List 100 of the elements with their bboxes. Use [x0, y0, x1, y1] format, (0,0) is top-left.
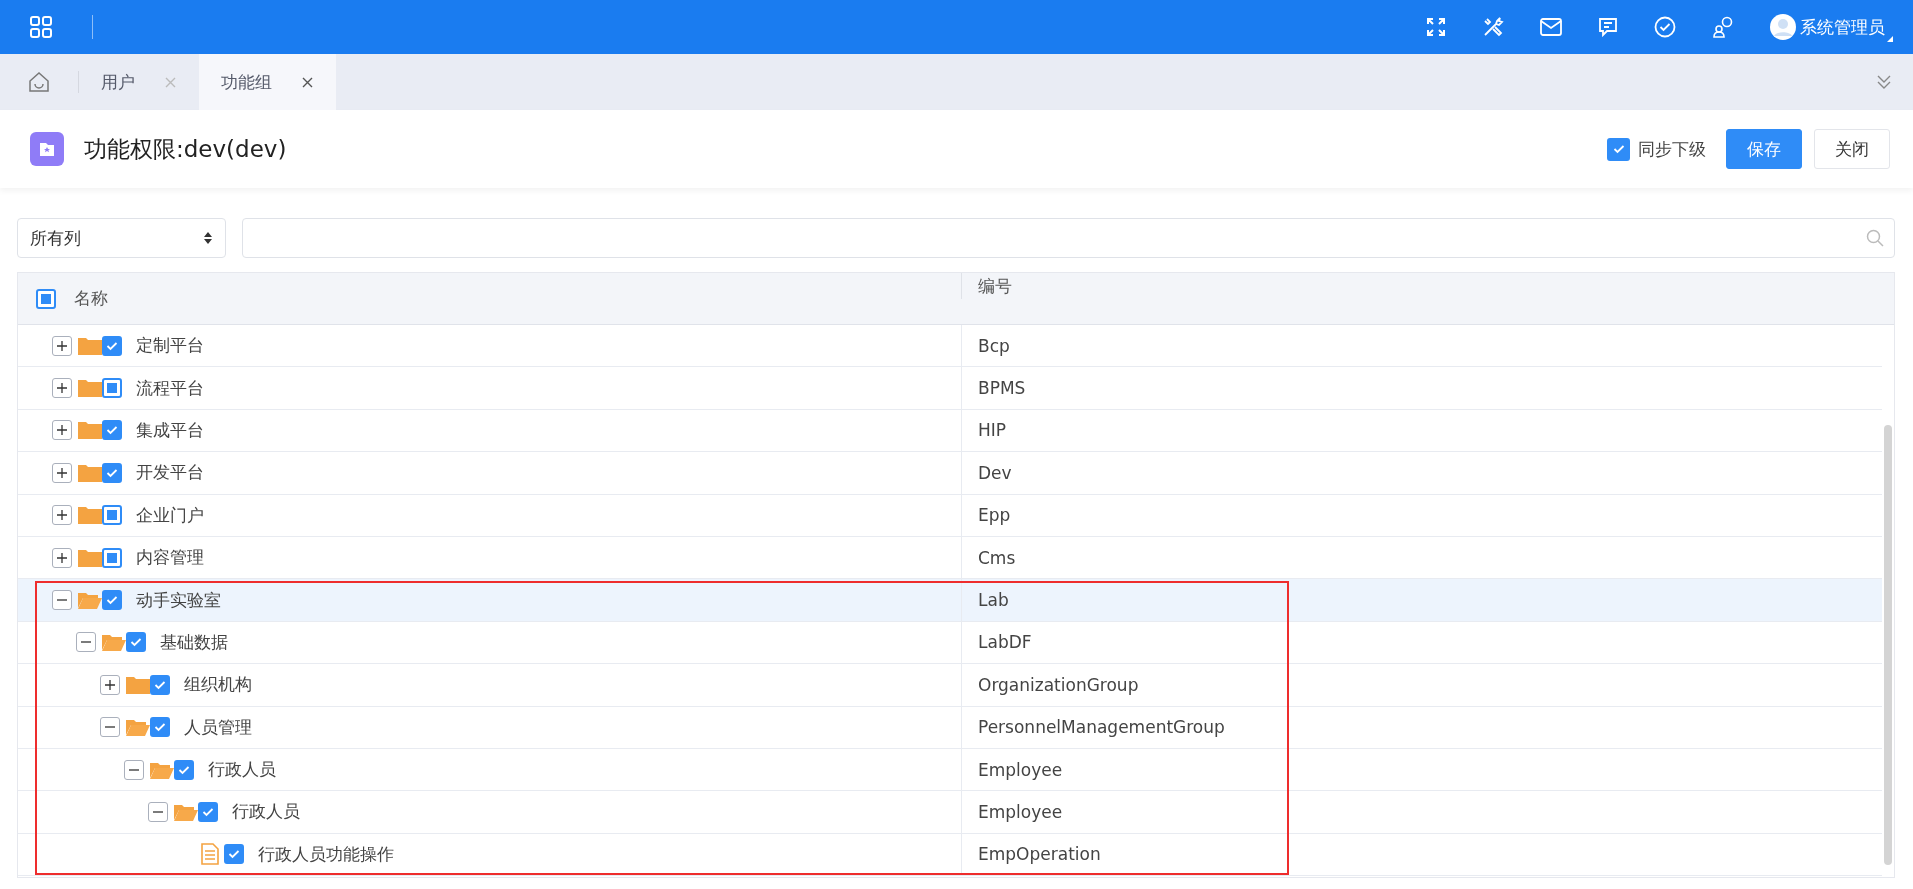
dropdown-corner-icon: [1887, 36, 1893, 42]
table-row[interactable]: 企业门户 Epp: [18, 494, 1882, 537]
row-checkbox[interactable]: [102, 420, 122, 441]
scrollbar-thumb[interactable]: [1884, 425, 1892, 865]
plus-icon: [57, 467, 67, 478]
name-cell: 流程平台: [136, 376, 204, 400]
check-circle-icon[interactable]: [1654, 16, 1676, 38]
column-select[interactable]: 所有列: [17, 218, 226, 258]
name-cell: 人员管理: [184, 715, 252, 739]
row-checkbox[interactable]: [102, 335, 122, 356]
open-folder-icon: [78, 590, 102, 611]
name-cell: 基础数据: [160, 630, 228, 654]
row-checkbox[interactable]: [150, 717, 170, 738]
code-cell: Employee: [978, 759, 1063, 780]
code-cell: Cms: [978, 547, 1016, 568]
folder-icon: [78, 378, 102, 399]
user-chat-icon[interactable]: [1712, 16, 1734, 38]
select-all-checkbox[interactable]: [36, 288, 56, 309]
user-name: 系统管理员: [1800, 15, 1885, 39]
page-title: 功能权限:dev(dev): [84, 134, 287, 164]
collapse-toggle[interactable]: [76, 632, 96, 653]
table-row[interactable]: 行政人员功能操作 EmpOperation: [18, 833, 1882, 877]
folder-icon: [126, 674, 150, 695]
app-grid-icon[interactable]: [30, 16, 52, 38]
name-cell: 开发平台: [136, 461, 204, 485]
row-checkbox[interactable]: [102, 378, 122, 399]
mail-icon[interactable]: [1540, 18, 1562, 36]
expand-toggle[interactable]: [100, 674, 120, 695]
table-row[interactable]: 开发平台 Dev: [18, 452, 1882, 495]
expand-toggle[interactable]: [52, 420, 72, 441]
expand-toggle[interactable]: [52, 462, 72, 483]
column-header: 名称: [74, 287, 108, 310]
collapse-toggle[interactable]: [100, 717, 120, 738]
name-cell: 动手实验室: [136, 588, 221, 612]
name-cell: 企业门户: [136, 503, 204, 527]
table-row[interactable]: 集成平台 HIP: [18, 409, 1882, 453]
column-header: 编号: [978, 274, 1012, 298]
table-row[interactable]: 流程平台 BPMS: [18, 367, 1882, 410]
expand-toggle[interactable]: [52, 378, 72, 399]
tab[interactable]: 用户: [79, 54, 199, 110]
name-cell: 定制平台: [136, 334, 204, 358]
double-chevron-down-icon[interactable]: [1877, 74, 1891, 90]
tools-icon[interactable]: [1482, 16, 1504, 38]
sync-checkbox[interactable]: 同步下级: [1607, 137, 1706, 161]
code-cell: HIP: [978, 420, 1007, 441]
row-checkbox[interactable]: [102, 505, 122, 526]
folder-icon: [78, 462, 102, 483]
expand-toggle[interactable]: [52, 547, 72, 568]
name-cell: 组织机构: [184, 673, 252, 697]
expand-toggle[interactable]: [52, 335, 72, 356]
user-menu[interactable]: 系统管理员: [1770, 14, 1893, 40]
table-row[interactable]: 行政人员 Employee: [18, 791, 1882, 834]
name-cell: 集成平台: [136, 418, 204, 442]
row-checkbox[interactable]: [102, 547, 122, 568]
folder-icon: [78, 505, 102, 526]
code-cell: Employee: [978, 802, 1063, 822]
code-cell: Dev: [978, 462, 1012, 483]
search-field[interactable]: [242, 218, 1895, 258]
code-cell: EmpOperation: [978, 844, 1101, 865]
row-checkbox[interactable]: [102, 462, 122, 483]
document-icon: [198, 843, 222, 866]
row-checkbox[interactable]: [150, 674, 170, 695]
code-cell: Epp: [978, 505, 1011, 526]
code-cell: Bcp: [978, 335, 1010, 356]
open-folder-icon: [102, 632, 126, 653]
row-checkbox[interactable]: [126, 632, 146, 653]
table-row[interactable]: 行政人员 Employee: [18, 748, 1882, 792]
collapse-toggle[interactable]: [148, 802, 168, 822]
code-cell: OrganizationGroup: [978, 674, 1139, 695]
message-icon[interactable]: [1598, 17, 1618, 37]
table-row[interactable]: 人员管理 PersonnelManagementGroup: [18, 706, 1882, 749]
open-folder-icon: [126, 717, 150, 738]
table-row[interactable]: 组织机构 OrganizationGroup: [18, 664, 1882, 707]
avatar-icon: [1770, 14, 1796, 40]
tab[interactable]: 功能组: [199, 54, 336, 110]
close-button[interactable]: 关闭: [1814, 129, 1890, 169]
row-checkbox[interactable]: [198, 802, 218, 822]
name-cell: 行政人员: [208, 758, 276, 782]
row-checkbox[interactable]: [224, 844, 244, 865]
home-icon: [28, 71, 50, 93]
name-cell: 内容管理: [136, 546, 204, 570]
expand-toggle[interactable]: [52, 505, 72, 526]
table-row[interactable]: 定制平台 Bcp: [18, 325, 1882, 368]
close-icon[interactable]: [302, 76, 313, 88]
collapse-toggle[interactable]: [124, 759, 144, 780]
collapse-toggle[interactable]: [52, 590, 72, 611]
table-row[interactable]: 动手实验室 Lab: [18, 579, 1882, 622]
plus-icon: [57, 425, 67, 436]
plus-icon: [57, 383, 67, 394]
code-cell: Lab: [978, 590, 1009, 611]
name-cell: 行政人员功能操作: [258, 842, 394, 866]
code-cell: BPMS: [978, 378, 1026, 399]
plus-icon: [57, 340, 67, 351]
row-checkbox[interactable]: [174, 759, 194, 780]
folder-icon: [78, 335, 102, 356]
folder-icon: [78, 420, 102, 441]
code-cell: LabDF: [978, 632, 1032, 653]
table-row[interactable]: 基础数据 LabDF: [18, 621, 1882, 665]
fullscreen-icon[interactable]: [1426, 17, 1446, 37]
row-checkbox[interactable]: [102, 590, 122, 611]
